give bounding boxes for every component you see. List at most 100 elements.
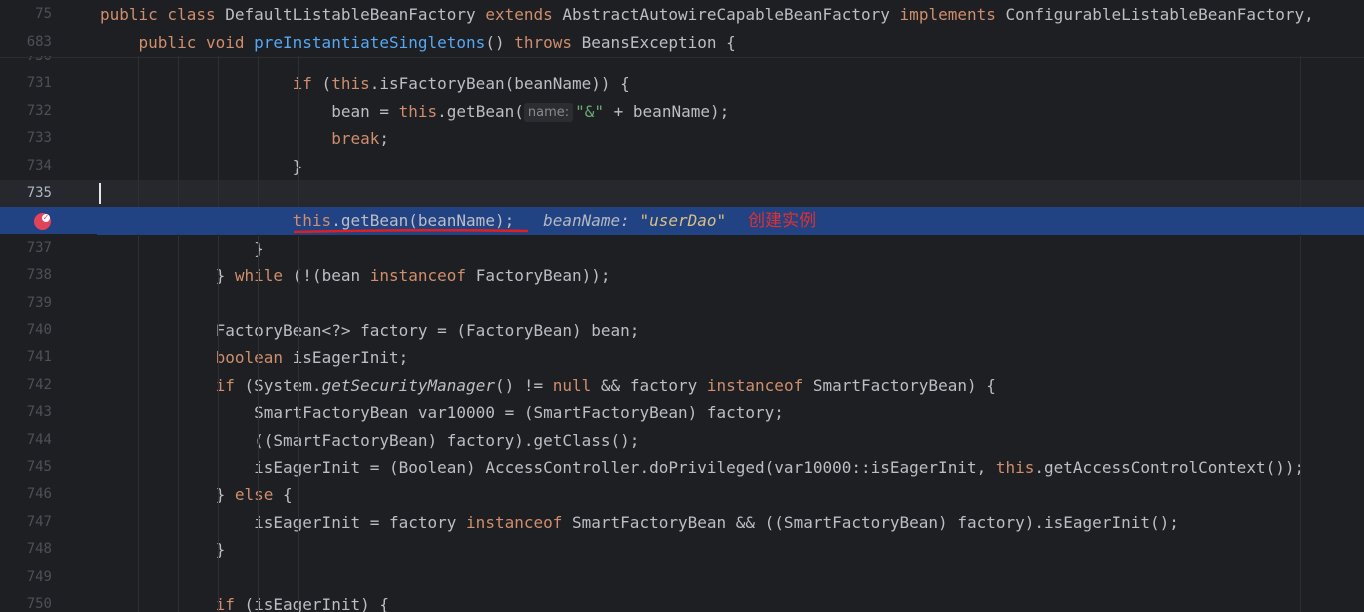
code-text[interactable]: }	[100, 235, 264, 262]
line-number[interactable]: 739	[0, 290, 52, 317]
right-margin-guide	[1300, 56, 1301, 612]
sticky-line[interactable]: 683 public void preInstantiateSingletons…	[0, 28, 1364, 56]
code-token: throws	[514, 32, 582, 52]
line-number[interactable]: 733	[0, 125, 52, 152]
code-line[interactable]: 748 }	[0, 536, 1364, 563]
code-token: this	[331, 74, 370, 94]
line-number[interactable]: 741	[0, 344, 52, 371]
code-token: () !=	[494, 375, 553, 395]
line-number[interactable]: 746	[0, 481, 52, 508]
code-token: SmartFactoryBean) {	[803, 375, 996, 395]
code-line[interactable]: 737 }	[0, 235, 1364, 262]
code-token: bean =	[100, 101, 399, 121]
code-text[interactable]: } else {	[100, 481, 293, 508]
code-text[interactable]: isEagerInit = factory instanceof SmartFa…	[100, 509, 1179, 536]
code-line[interactable]: 742 if (System.getSecurityManager() != n…	[0, 372, 1364, 399]
indent-guide	[258, 56, 259, 612]
code-text[interactable]: ((SmartFactoryBean) factory).getClass();	[100, 427, 639, 454]
code-token: }	[100, 485, 235, 505]
text-caret	[99, 183, 101, 204]
code-line[interactable]: 749	[0, 564, 1364, 591]
code-text[interactable]: if (this.isFactoryBean(beanName)) {	[100, 70, 630, 97]
code-token: .getBean(	[437, 101, 524, 121]
code-token: public class	[100, 5, 226, 24]
code-text[interactable]: break;	[100, 125, 389, 152]
code-token: AbstractAutowireCapableBeanFactory	[562, 5, 900, 24]
code-text[interactable]: SmartFactoryBean var10000 = (SmartFactor…	[100, 399, 784, 426]
breakpoint-icon[interactable]: ✓	[34, 213, 51, 230]
line-number[interactable]: 749	[0, 564, 52, 591]
current-execution-line[interactable]: this.getBean(beanName); beanName: "userD…	[0, 207, 1364, 235]
code-line[interactable]: 740 FactoryBean<?> factory = (FactoryBea…	[0, 317, 1364, 344]
code-token: DefaultListableBeanFactory	[225, 5, 486, 24]
code-text[interactable]: isEagerInit = (Boolean) AccessController…	[100, 454, 1304, 481]
code-line[interactable]: 750 if (isEagerInit) {	[0, 591, 1364, 612]
code-token: break	[331, 129, 380, 149]
line-number[interactable]: 740	[0, 317, 52, 344]
code-token: "&"	[575, 101, 605, 121]
code-text[interactable]: public class DefaultListableBeanFactory …	[100, 1, 1314, 28]
line-number[interactable]: 744	[0, 427, 52, 454]
code-line[interactable]: 733 break;	[0, 125, 1364, 152]
line-number[interactable]: 750	[0, 591, 52, 612]
code-text[interactable]: if (isEagerInit) {	[100, 591, 389, 612]
code-token: }	[100, 156, 303, 176]
code-token: ;	[379, 129, 389, 149]
code-token: this	[995, 458, 1035, 477]
code-line[interactable]: 738 } while (!(bean instanceof FactoryBe…	[0, 262, 1364, 289]
sticky-line[interactable]: 75 public class DefaultListableBeanFactor…	[0, 1, 1364, 28]
code-token: ((SmartFactoryBean) factory).getClass();	[100, 430, 640, 450]
code-text[interactable]: }	[100, 153, 303, 180]
line-number[interactable]: 745	[0, 454, 52, 481]
code-text[interactable]: }	[100, 536, 226, 563]
line-number[interactable]: 734	[0, 153, 52, 180]
code-line[interactable]: 747 isEagerInit = factory instanceof Sma…	[0, 509, 1364, 536]
code-token: if	[292, 74, 312, 94]
code-token: this	[292, 211, 332, 231]
line-number[interactable]: 737	[0, 235, 52, 262]
annotation-text: 创建实例	[748, 211, 817, 232]
code-line[interactable]: 746 } else {	[0, 481, 1364, 508]
line-number[interactable]: 742	[0, 372, 52, 399]
code-editor[interactable]: 75 public class DefaultListableBeanFactor…	[0, 0, 1364, 612]
code-line[interactable]: 732 bean = this.getBean(name: "&" + beanN…	[0, 98, 1364, 125]
line-number[interactable]: 75	[0, 1, 52, 28]
code-token: (	[311, 74, 332, 94]
code-token: isEagerInit = (Boolean) AccessController…	[100, 458, 996, 477]
sticky-header-divider	[0, 57, 1364, 58]
code-token: getSecurityManager	[321, 375, 495, 395]
code-line[interactable]: 741 boolean isEagerInit;	[0, 344, 1364, 371]
code-token: .getBean(beanName);	[331, 211, 515, 231]
code-text[interactable]: bean = this.getBean(name: "&" + beanName)…	[100, 98, 729, 125]
code-line[interactable]: 743 SmartFactoryBean var10000 = (SmartFa…	[0, 399, 1364, 426]
code-text[interactable]: } while (!(bean instanceof FactoryBean))…	[100, 262, 611, 289]
code-token: implements	[899, 5, 1006, 24]
code-text[interactable]: FactoryBean<?> factory = (FactoryBean) b…	[100, 317, 640, 344]
line-number[interactable]: 732	[0, 98, 52, 125]
code-text[interactable]: public void preInstantiateSingletons() t…	[100, 29, 736, 56]
code-line[interactable]: 735	[0, 180, 1364, 207]
indent-guide	[178, 56, 179, 612]
line-number[interactable]: 731	[0, 70, 52, 97]
code-token: ()	[485, 32, 515, 52]
code-token: {	[273, 485, 293, 505]
line-number[interactable]: 743	[0, 399, 52, 426]
code-line[interactable]: 739	[0, 290, 1364, 317]
line-number[interactable]: 735	[0, 180, 52, 207]
code-line[interactable]: 744 ((SmartFactoryBean) factory).getClas…	[0, 427, 1364, 454]
line-number[interactable]: 747	[0, 509, 52, 536]
code-token: FactoryBean));	[466, 266, 611, 286]
code-token: null	[552, 375, 592, 395]
code-token: FactoryBean<?> factory = (FactoryBean) b…	[100, 321, 640, 340]
code-token: }	[100, 266, 235, 286]
code-text[interactable]: if (System.getSecurityManager() != null …	[100, 372, 996, 399]
code-line[interactable]: 745 isEagerInit = (Boolean) AccessContro…	[0, 454, 1364, 481]
line-number[interactable]: 738	[0, 262, 52, 289]
code-line[interactable]: 731 if (this.isFactoryBean(beanName)) {	[0, 70, 1364, 97]
code-line[interactable]: 734 }	[0, 153, 1364, 180]
code-text[interactable]: boolean isEagerInit;	[100, 344, 409, 371]
line-number[interactable]: 683	[0, 29, 52, 56]
line-number[interactable]: 748	[0, 536, 52, 563]
